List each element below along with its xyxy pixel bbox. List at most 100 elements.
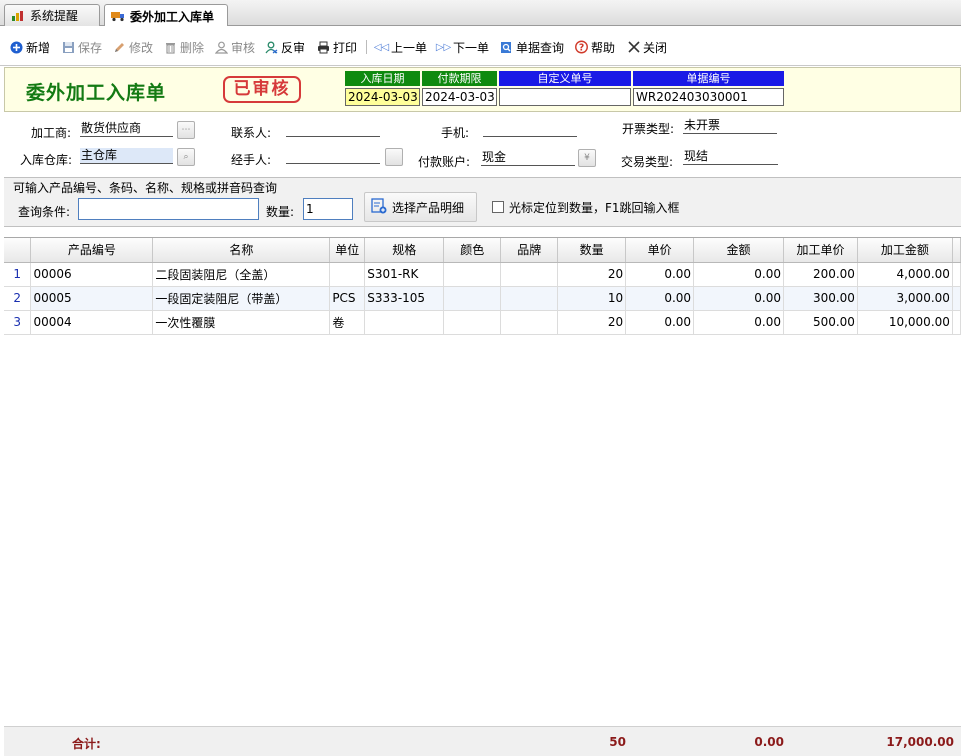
prev-button[interactable]: ◁◁ 上一单	[374, 39, 427, 55]
cell-process-price[interactable]: 200.00	[783, 262, 858, 287]
cursor-to-quantity-checkbox[interactable]	[492, 201, 504, 213]
mobile-field[interactable]	[483, 121, 577, 137]
table-row[interactable]: 1 00006 二段固装阻尼（全盖） S301-RK 20 0.00 0.00 …	[4, 262, 961, 287]
tab-outsource-inbound[interactable]: 委外加工入库单	[104, 4, 228, 27]
new-label: 新增	[26, 40, 51, 55]
query-condition-input[interactable]	[78, 198, 259, 220]
cell-process-amount[interactable]: 4,000.00	[857, 262, 953, 287]
cell-color[interactable]	[443, 262, 502, 287]
document-form: 加工商: 散货供应商 ⋯ 联系人: 手机: 开票类型: 未开票 入库仓库: 主仓…	[4, 113, 961, 175]
edit-button[interactable]: 修改	[113, 39, 153, 55]
handler-field[interactable]	[286, 148, 380, 164]
invoice-type-field[interactable]: 未开票	[683, 118, 777, 134]
cell-qty[interactable]: 10	[557, 286, 627, 311]
cell-amount[interactable]: 0.00	[693, 286, 784, 311]
svg-text:?: ?	[579, 42, 584, 53]
column-header[interactable]: 加工单价	[783, 238, 858, 263]
column-header[interactable]: 单位	[329, 238, 366, 263]
column-header[interactable]: 品牌	[500, 238, 559, 263]
pencil-icon	[113, 41, 126, 54]
column-header[interactable]: 名称	[152, 238, 331, 263]
column-header[interactable]: 金额	[693, 238, 784, 263]
tab-system-reminder[interactable]: 系统提醒	[4, 4, 100, 26]
select-product-label: 选择产品明细	[392, 200, 465, 215]
cell-name[interactable]: 二段固装阻尼（全盖）	[152, 262, 331, 287]
tab-label: 系统提醒	[30, 9, 79, 23]
close-button[interactable]: 关闭	[627, 39, 667, 55]
next-label: 下一单	[453, 40, 490, 55]
cell-code[interactable]: 00006	[30, 262, 154, 287]
quantity-input[interactable]: 1	[303, 198, 353, 220]
cell-brand[interactable]	[500, 310, 559, 335]
column-header[interactable]: 数量	[557, 238, 627, 263]
totals-bar: 合计: 50 0.00 17,000.00	[4, 726, 961, 756]
warehouse-picker-button[interactable]: ⌕	[177, 148, 195, 166]
cell-price[interactable]: 0.00	[625, 310, 695, 335]
processor-picker-button[interactable]: ⋯	[177, 121, 195, 139]
document-number-label: 单据编号	[633, 71, 784, 86]
cell-qty[interactable]: 20	[557, 262, 627, 287]
next-button[interactable]: ▷▷ 下一单	[436, 39, 490, 55]
help-button[interactable]: ? 帮助	[575, 39, 615, 55]
column-header[interactable]: 加工金额	[857, 238, 953, 263]
close-label: 关闭	[643, 40, 668, 55]
cell-price[interactable]: 0.00	[625, 286, 695, 311]
cell-color[interactable]	[443, 286, 502, 311]
cell-amount[interactable]: 0.00	[693, 310, 784, 335]
delete-label: 删除	[180, 40, 205, 55]
cell-unit[interactable]	[329, 262, 366, 287]
column-header[interactable]: 产品编号	[30, 238, 154, 263]
cell-code[interactable]: 00004	[30, 310, 154, 335]
cell-name[interactable]: 一次性覆膜	[152, 310, 331, 335]
cell-qty[interactable]: 20	[557, 310, 627, 335]
cell-spec[interactable]: S333-105	[364, 286, 445, 311]
custom-number-field[interactable]	[499, 88, 631, 106]
cell-process-price[interactable]: 300.00	[783, 286, 858, 311]
column-header[interactable]: 单价	[625, 238, 695, 263]
cell-amount[interactable]: 0.00	[693, 262, 784, 287]
column-header[interactable]: 颜色	[443, 238, 502, 263]
cell-color[interactable]	[443, 310, 502, 335]
table-row[interactable]: 3 00004 一次性覆膜 卷 20 0.00 0.00 500.00 10,0…	[4, 310, 961, 335]
cell-process-price[interactable]: 500.00	[783, 310, 858, 335]
audit-button[interactable]: 审核	[215, 39, 255, 55]
column-header[interactable]: 规格	[364, 238, 445, 263]
row-number: 2	[4, 286, 32, 311]
table-row[interactable]: 2 00005 一段固定装阻尼（带盖） PCS S333-105 10 0.00…	[4, 286, 961, 311]
cell-code[interactable]: 00005	[30, 286, 154, 311]
query-group-title: 可输入产品编号、条码、名称、规格或拼音码查询	[13, 181, 278, 195]
cell-unit[interactable]: 卷	[329, 310, 366, 335]
tab-label: 委外加工入库单	[130, 9, 215, 24]
cell-spec[interactable]: S301-RK	[364, 262, 445, 287]
warehouse-field[interactable]: 主仓库	[80, 148, 173, 164]
payment-due-field[interactable]: 2024-03-03	[422, 88, 497, 106]
cell-name[interactable]: 一段固定装阻尼（带盖）	[152, 286, 331, 311]
total-process-amount: 17,000.00	[886, 735, 954, 749]
document-number-field[interactable]: WR202403030001	[633, 88, 784, 106]
cell-unit[interactable]: PCS	[329, 286, 366, 311]
print-button[interactable]: 打印	[317, 39, 357, 55]
cell-brand[interactable]	[500, 262, 559, 287]
trade-type-field[interactable]: 现结	[683, 149, 778, 165]
document-query-button[interactable]: 单据查询	[500, 39, 564, 55]
new-button[interactable]: 新增	[10, 39, 50, 55]
processor-field[interactable]: 散货供应商	[80, 121, 173, 137]
cell-process-amount[interactable]: 10,000.00	[857, 310, 953, 335]
cell-price[interactable]: 0.00	[625, 262, 695, 287]
save-button[interactable]: 保存	[62, 39, 102, 55]
unaudit-button[interactable]: 反审	[265, 39, 305, 55]
user-stamp-icon	[215, 41, 228, 54]
contact-field[interactable]	[286, 121, 380, 137]
payment-account-field[interactable]: 现金	[481, 150, 575, 166]
total-qty: 50	[609, 735, 626, 749]
delete-button[interactable]: 删除	[164, 39, 204, 55]
cell-spec[interactable]	[364, 310, 445, 335]
quantity-label: 数量:	[266, 205, 295, 219]
payment-due-label: 付款期限	[422, 71, 497, 86]
cell-brand[interactable]	[500, 286, 559, 311]
yen-picker-button[interactable]: ¥	[578, 149, 596, 167]
cell-process-amount[interactable]: 3,000.00	[857, 286, 953, 311]
handler-picker-button[interactable]	[385, 148, 403, 166]
inbound-date-field[interactable]: 2024-03-03	[345, 88, 420, 106]
select-product-button[interactable]: 选择产品明细	[364, 192, 477, 222]
